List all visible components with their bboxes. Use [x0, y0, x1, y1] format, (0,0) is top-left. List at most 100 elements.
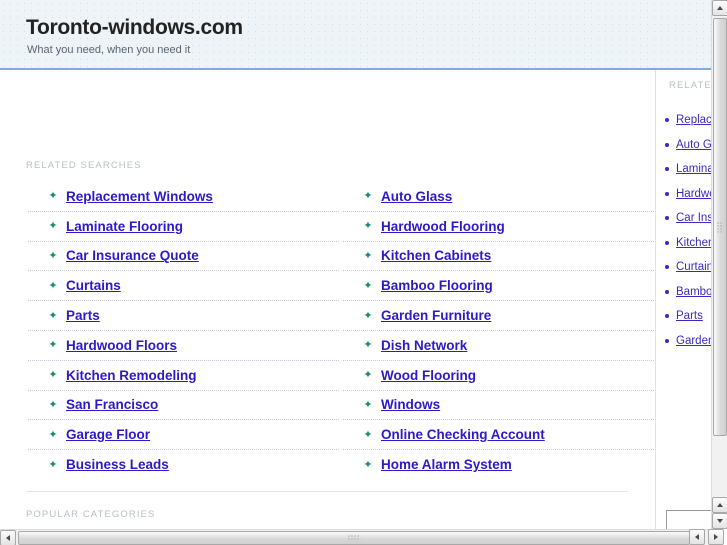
related-search-link[interactable]: Kitchen Cabinets: [381, 248, 491, 263]
hscroll-right-button[interactable]: [708, 529, 724, 545]
sidebar-related-link[interactable]: Bamboo Flooring: [676, 286, 711, 298]
page-content: Toronto-windows.com What you need, when …: [0, 0, 711, 531]
sidebar-related-item[interactable]: Parts: [656, 304, 711, 329]
related-search-item[interactable]: ✦ Curtains: [28, 271, 339, 302]
section-divider: [26, 491, 628, 492]
related-search-link[interactable]: Curtains: [66, 278, 121, 293]
related-search-link[interactable]: Car Insurance Quote: [66, 248, 199, 263]
related-search-item[interactable]: ✦ Wood Flooring: [343, 361, 654, 391]
sidebar-related-link[interactable]: Auto Glass: [676, 139, 711, 151]
arrow-bullet-icon: ✦: [48, 428, 58, 441]
related-search-link[interactable]: Bamboo Flooring: [381, 278, 493, 293]
popular-categories-heading: POPULAR CATEGORIES: [26, 509, 156, 520]
sidebar-related-item[interactable]: Replacement Windows: [656, 108, 711, 133]
sidebar-related-link[interactable]: Replacement Windows: [676, 114, 711, 126]
related-searches-right-column: ✦ Auto Glass ✦ Hardwood Flooring ✦ Kitchen Ca…: [343, 182, 654, 479]
scroll-up-arrow-icon: [717, 6, 723, 10]
arrow-bullet-icon: ✦: [48, 458, 58, 471]
related-search-item[interactable]: ✦ Parts: [28, 301, 339, 331]
vertical-scrollbar[interactable]: [711, 0, 727, 529]
sidebar-related-item[interactable]: Kitchen Cabinets: [656, 231, 711, 256]
sidebar-related-link[interactable]: Hardwood Flooring: [676, 188, 711, 200]
arrow-bullet-icon: ✦: [363, 369, 373, 382]
vertical-scrollbar-thumb[interactable]: [713, 18, 727, 436]
body-area: RELATED SEARCHES ✦ Replacement Windows ✦ La…: [0, 70, 711, 531]
site-header: Toronto-windows.com What you need, when …: [0, 0, 711, 70]
related-search-link[interactable]: Auto Glass: [381, 189, 452, 204]
scroll-down-arrow-icon: [717, 519, 723, 523]
scrollbar-grip-icon-horizontal: [347, 534, 361, 542]
related-search-link[interactable]: Garden Furniture: [381, 308, 491, 323]
sidebar-related-link[interactable]: Laminate Flooring: [676, 163, 711, 175]
related-search-link[interactable]: Garage Floor: [66, 427, 150, 442]
sidebar-related-list: Replacement Windows Auto Glass Laminate Fl…: [656, 108, 711, 353]
sidebar-related-item[interactable]: Car Insurance Quote: [656, 206, 711, 231]
scroll-left-arrow-icon: [6, 535, 10, 541]
related-search-link[interactable]: Business Leads: [66, 457, 169, 472]
scroll-up-button-bottom[interactable]: [712, 497, 727, 513]
related-search-item[interactable]: ✦ Business Leads: [28, 450, 339, 479]
bullet-dot-icon: [665, 216, 669, 221]
sidebar-related-item[interactable]: Garden Furniture: [656, 329, 711, 354]
scroll-left-button[interactable]: [0, 530, 16, 545]
sidebar-related-link[interactable]: Car Insurance Quote: [676, 212, 711, 224]
related-search-item[interactable]: ✦ Replacement Windows: [28, 182, 339, 212]
related-search-link[interactable]: San Francisco: [66, 397, 158, 412]
related-search-item[interactable]: ✦ Garden Furniture: [343, 301, 654, 331]
related-search-item[interactable]: ✦ Laminate Flooring: [28, 212, 339, 242]
sidebar-search-input[interactable]: [666, 510, 711, 531]
arrow-bullet-icon: ✦: [363, 458, 373, 471]
sidebar-related-link[interactable]: Curtains: [676, 261, 711, 273]
related-search-item[interactable]: ✦ San Francisco: [28, 391, 339, 421]
sidebar-related-item[interactable]: Laminate Flooring: [656, 157, 711, 182]
related-search-item[interactable]: ✦ Dish Network: [343, 331, 654, 361]
related-searches-heading: RELATED SEARCHES: [26, 160, 142, 171]
main-column: RELATED SEARCHES ✦ Replacement Windows ✦ La…: [0, 70, 654, 531]
related-search-link[interactable]: Hardwood Floors: [66, 338, 177, 353]
related-search-item[interactable]: ✦ Bamboo Flooring: [343, 271, 654, 302]
related-search-link[interactable]: Windows: [381, 397, 440, 412]
sidebar-related-link[interactable]: Garden Furniture: [676, 335, 711, 347]
sidebar-related-item[interactable]: Auto Glass: [656, 133, 711, 158]
hscroll-left-button-2[interactable]: [689, 529, 705, 545]
sidebar-related-item[interactable]: Bamboo Flooring: [656, 280, 711, 305]
related-search-item[interactable]: ✦ Kitchen Remodeling: [28, 361, 339, 391]
related-search-item[interactable]: ✦ Windows: [343, 391, 654, 421]
related-search-item[interactable]: ✦ Hardwood Flooring: [343, 212, 654, 242]
horizontal-scrollbar-thumb[interactable]: [18, 531, 690, 545]
bullet-dot-icon: [665, 314, 669, 319]
related-searches-left-column: ✦ Replacement Windows ✦ Laminate Flooring ✦ C…: [28, 182, 339, 479]
related-search-link[interactable]: Home Alarm System: [381, 457, 512, 472]
sidebar-related-link[interactable]: Parts: [676, 310, 703, 322]
bullet-dot-icon: [665, 338, 669, 343]
related-search-item[interactable]: ✦ Auto Glass: [343, 182, 654, 212]
related-search-item[interactable]: ✦ Online Checking Account: [343, 420, 654, 451]
related-search-link[interactable]: Replacement Windows: [66, 189, 213, 204]
sidebar-related-heading: RELATED: [669, 80, 711, 91]
horizontal-scrollbar[interactable]: [0, 529, 711, 545]
related-search-item[interactable]: ✦ Home Alarm System: [343, 450, 654, 479]
scrollbar-grip-icon: [716, 221, 724, 233]
related-search-item[interactable]: ✦ Garage Floor: [28, 420, 339, 451]
sidebar-related-link[interactable]: Kitchen Cabinets: [676, 237, 711, 249]
bullet-dot-icon: [665, 240, 669, 245]
sidebar-related-item[interactable]: Curtains: [656, 255, 711, 280]
bullet-dot-icon: [665, 265, 669, 270]
related-search-link[interactable]: Dish Network: [381, 338, 467, 353]
scroll-up-button[interactable]: [712, 0, 727, 16]
related-search-link[interactable]: Kitchen Remodeling: [66, 368, 197, 383]
related-search-link[interactable]: Online Checking Account: [381, 427, 545, 442]
related-search-item[interactable]: ✦ Hardwood Floors: [28, 331, 339, 361]
site-tagline: What you need, when you need it: [27, 44, 191, 56]
related-search-item[interactable]: ✦ Kitchen Cabinets: [343, 242, 654, 272]
related-search-link[interactable]: Laminate Flooring: [66, 219, 183, 234]
arrow-bullet-icon: ✦: [48, 249, 58, 262]
related-search-item[interactable]: ✦ Car Insurance Quote: [28, 242, 339, 272]
related-search-link[interactable]: Hardwood Flooring: [381, 219, 505, 234]
related-search-link[interactable]: Parts: [66, 308, 100, 323]
scroll-down-button[interactable]: [712, 513, 727, 529]
sidebar-related-item[interactable]: Hardwood Flooring: [656, 182, 711, 207]
related-search-link[interactable]: Wood Flooring: [381, 368, 476, 383]
bullet-dot-icon: [665, 118, 669, 123]
arrow-bullet-icon: ✦: [48, 369, 58, 382]
